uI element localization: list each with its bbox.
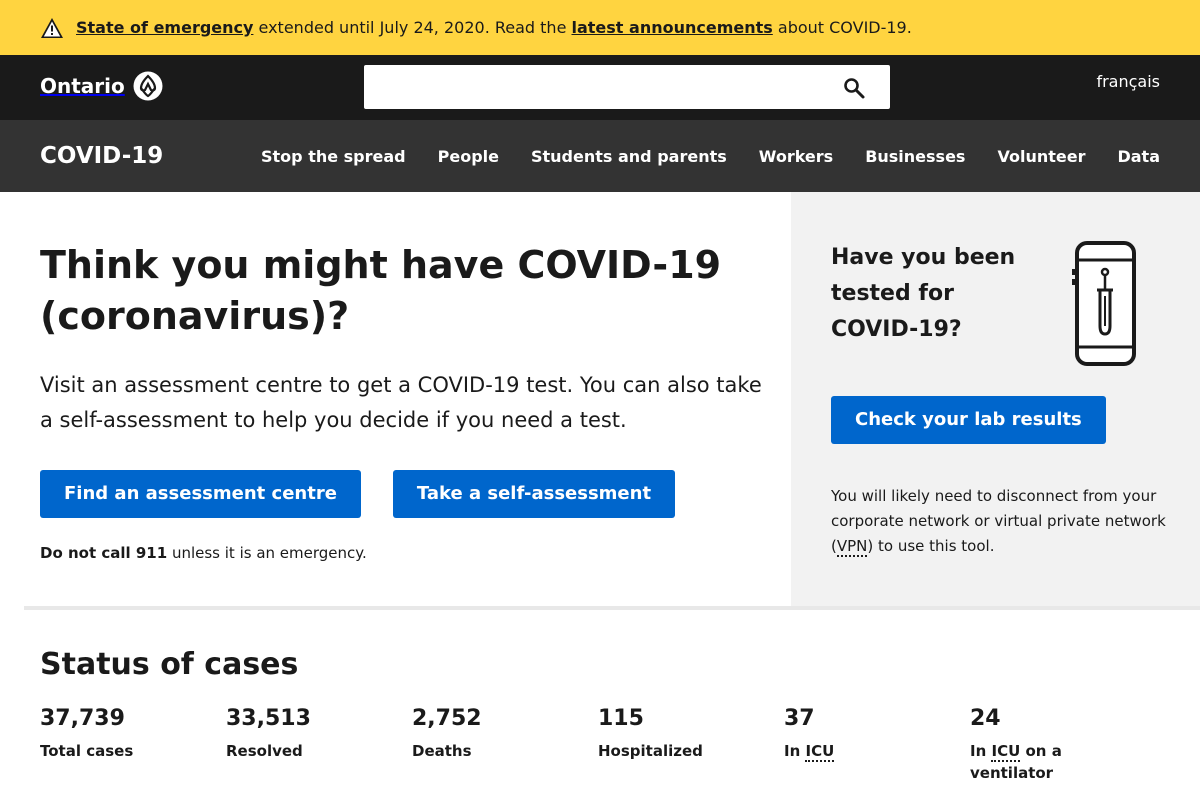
check-lab-results-button[interactable]: Check your lab results: [831, 396, 1106, 444]
covid-subnav: COVID-19 Stop the spread People Students…: [0, 120, 1200, 192]
hero-section: Think you might have COVID-19 (coronavir…: [40, 240, 780, 438]
alert-text: State of emergency extended until July 2…: [76, 18, 912, 37]
site-header: Ontario français: [0, 55, 1200, 120]
alert-banner: State of emergency extended until July 2…: [0, 0, 1200, 55]
alert-text-1: extended until July 24, 2020. Read the: [253, 18, 572, 37]
emergency-warning: Do not call 911 unless it is an emergenc…: [40, 544, 367, 562]
stat-label: In ICU: [784, 740, 894, 762]
stat-total-cases: 37,739 Total cases: [40, 704, 226, 784]
phone-test-swab-icon: [1072, 241, 1136, 366]
latest-announcements-link[interactable]: latest announcements: [572, 18, 773, 37]
nav-people[interactable]: People: [438, 147, 499, 166]
stat-value: 2,752: [412, 706, 482, 731]
hero-description: Visit an assessment centre to get a COVI…: [40, 373, 762, 432]
lab-results-panel: Have you been tested for COVID-19? Check…: [791, 192, 1200, 607]
vpn-note: You will likely need to disconnect from …: [831, 484, 1171, 559]
stat-label: Hospitalized: [598, 742, 703, 760]
vpn-note-after: ) to use this tool.: [867, 537, 995, 555]
vpn-abbr: VPN: [836, 537, 868, 557]
emergency-warning-rest: unless it is an emergency.: [167, 544, 367, 562]
search-box: [364, 65, 890, 109]
state-of-emergency-link[interactable]: State of emergency: [76, 18, 253, 37]
search-icon[interactable]: [842, 76, 866, 100]
stat-label: Resolved: [226, 742, 303, 760]
site-title[interactable]: COVID-19: [40, 143, 163, 169]
icu-abbr: ICU: [805, 742, 835, 762]
nav-data[interactable]: Data: [1117, 147, 1160, 166]
status-title: Status of cases: [40, 647, 299, 682]
alert-text-2: about COVID-19.: [772, 18, 912, 37]
ontario-trillium-icon: [133, 71, 163, 101]
stat-value: 33,513: [226, 706, 311, 731]
nav-businesses[interactable]: Businesses: [865, 147, 965, 166]
logo-text: Ontario: [40, 74, 125, 98]
panel-title: Have you been tested for COVID-19?: [831, 245, 1016, 342]
stat-resolved: 33,513 Resolved: [226, 704, 412, 784]
nav-students-and-parents[interactable]: Students and parents: [531, 147, 727, 166]
section-divider: [24, 606, 1200, 610]
language-toggle-link[interactable]: français: [1096, 72, 1160, 91]
primary-nav: Stop the spread People Students and pare…: [261, 147, 1160, 166]
stat-icu-ventilator: 24 In ICU on a ventilator: [970, 704, 1156, 784]
stat-label: Deaths: [412, 742, 472, 760]
stat-label-pre: In: [784, 742, 806, 760]
hero-title: Think you might have COVID-19 (coronavir…: [40, 243, 722, 338]
nav-volunteer[interactable]: Volunteer: [997, 147, 1085, 166]
status-stats: 37,739 Total cases 33,513 Resolved 2,752…: [40, 704, 1156, 784]
stat-value: 115: [598, 706, 644, 731]
stat-label-pre: In: [970, 742, 992, 760]
nav-stop-the-spread[interactable]: Stop the spread: [261, 147, 406, 166]
stat-value: 37,739: [40, 706, 125, 731]
stat-label: Total cases: [40, 742, 134, 760]
self-assessment-button[interactable]: Take a self-assessment: [392, 470, 676, 518]
stat-value: 24: [970, 706, 1001, 731]
warning-icon: [41, 17, 63, 38]
find-assessment-centre-button[interactable]: Find an assessment centre: [40, 470, 361, 518]
stat-hospitalized: 115 Hospitalized: [598, 704, 784, 784]
nav-workers[interactable]: Workers: [759, 147, 833, 166]
stat-value: 37: [784, 706, 815, 731]
ontario-logo-link[interactable]: Ontario: [40, 71, 163, 101]
search-input[interactable]: [364, 65, 890, 109]
icu-abbr: ICU: [991, 742, 1021, 762]
stat-in-icu: 37 In ICU: [784, 704, 970, 784]
stat-deaths: 2,752 Deaths: [412, 704, 598, 784]
hero-buttons: Find an assessment centre Take a self-as…: [40, 470, 676, 518]
stat-label: In ICU on a ventilator: [970, 740, 1080, 784]
emergency-warning-bold: Do not call 911: [40, 544, 168, 562]
